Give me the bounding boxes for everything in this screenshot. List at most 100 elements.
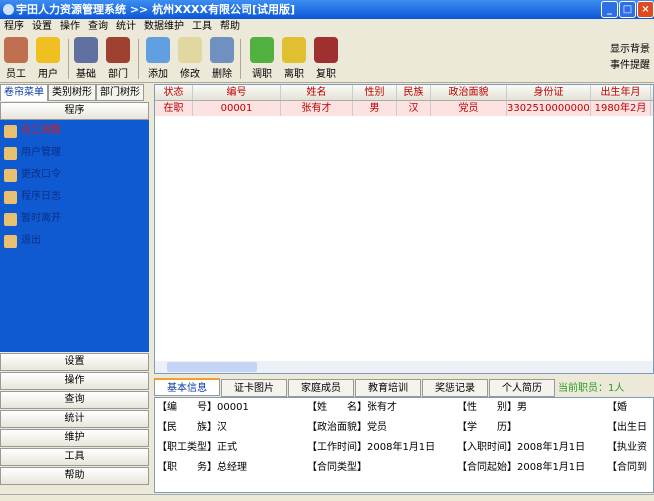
detail-field: 【编 号】00001 <box>157 402 249 413</box>
tab-roller-menu[interactable]: 卷帘菜单 <box>0 84 48 101</box>
column-header[interactable]: 民族 <box>397 85 431 100</box>
side-group-5[interactable]: 维护 <box>0 429 149 447</box>
menu-item[interactable]: 操作 <box>60 21 80 32</box>
side-item-label: 退出 <box>21 235 41 246</box>
toolbar-icon <box>4 37 28 63</box>
detail-field: 【工作时间】2008年1月1日 <box>307 442 436 453</box>
toolbar-label: 添加 <box>148 69 168 80</box>
detail-field: 【职 务】总经理 <box>157 462 247 473</box>
side-item[interactable]: 用户管理 <box>0 142 149 164</box>
maximize-button[interactable]: □ <box>619 1 636 18</box>
toolbar-button[interactable]: 复职 <box>310 37 342 80</box>
detail-tab[interactable]: 个人简历 <box>489 379 555 397</box>
side-group-6[interactable]: 工具 <box>0 448 149 466</box>
tab-category-tree[interactable]: 类别树形 <box>48 84 96 101</box>
menu-item[interactable]: 数据维护 <box>144 21 184 32</box>
toolbar-button[interactable]: 员工 <box>0 37 32 80</box>
side-item-icon <box>4 234 17 248</box>
side-item-label: 程序日志 <box>21 191 61 202</box>
menu-item[interactable]: 工具 <box>192 21 212 32</box>
side-panel: 员工调整用户管理更改口令程序日志暂时离开退出 <box>0 120 149 352</box>
detail-field: 【民 族】汉 <box>157 422 227 433</box>
status-bar <box>0 494 654 501</box>
toolbar-button[interactable]: 调职 <box>246 37 278 80</box>
column-header[interactable]: 出生年月 <box>591 85 651 100</box>
column-header[interactable]: 政治面貌 <box>431 85 507 100</box>
toolbar-button[interactable]: 用户 <box>32 37 64 80</box>
close-button[interactable]: × <box>637 1 654 18</box>
menu-item[interactable]: 帮助 <box>220 21 240 32</box>
detail-tab[interactable]: 基本信息 <box>154 378 220 396</box>
toolbar-button[interactable]: 添加 <box>142 37 174 80</box>
toolbar-button[interactable]: 删除 <box>206 37 238 80</box>
detail-tab[interactable]: 证卡图片 <box>221 379 287 397</box>
side-item-icon <box>4 146 17 160</box>
toolbar-separator <box>138 39 139 79</box>
table-cell: 00001 <box>193 101 281 116</box>
side-item-icon <box>4 124 17 138</box>
toolbar-label: 调职 <box>252 69 272 80</box>
table-row[interactable]: 在职00001张有才男汉党员33025100000003331980年2月 <box>155 101 653 116</box>
toolbar-icon <box>106 37 130 63</box>
toolbar-label: 删除 <box>212 69 232 80</box>
employee-grid: 状态 编号 姓名 性别 民族 政治面貌 身份证 出生年月 在职 00001 张有才男汉党员 3302… <box>154 84 654 374</box>
side-item[interactable]: 更改口令 <box>0 164 149 186</box>
toolbar-label: 修改 <box>180 69 200 80</box>
detail-tab[interactable]: 家庭成员 <box>288 379 354 397</box>
title-bar: 宇田人力资源管理系统 >> 杭州XXXX有限公司[试用版] _ □ × <box>0 0 654 19</box>
table-cell: 党员 <box>431 101 507 116</box>
window-title: 宇田人力资源管理系统 >> 杭州XXXX有限公司[试用版] <box>16 3 296 16</box>
tab-department-tree[interactable]: 部门树形 <box>96 84 144 101</box>
menu-item[interactable]: 程序 <box>4 21 24 32</box>
toolbar-separator <box>240 39 241 79</box>
event-reminder-button[interactable]: 事件提醒 <box>610 58 650 74</box>
side-item-icon <box>4 168 17 182</box>
minimize-button[interactable]: _ <box>601 1 618 18</box>
side-item[interactable]: 退出 <box>0 230 149 252</box>
column-header[interactable]: 身份证 <box>507 85 591 100</box>
toolbar-button[interactable]: 修改 <box>174 37 206 80</box>
toolbar-label: 员工 <box>6 69 26 80</box>
side-group-4[interactable]: 统计 <box>0 410 149 428</box>
toolbar-button[interactable]: 部门 <box>102 37 134 80</box>
toolbar-icon <box>146 37 170 63</box>
menu-item[interactable]: 统计 <box>116 21 136 32</box>
toolbar-icon <box>282 37 306 63</box>
toolbar-icon <box>314 37 338 63</box>
side-group-0[interactable]: 程序 <box>0 102 149 120</box>
column-header[interactable]: 状态 <box>155 85 193 100</box>
detail-field: 【入职时间】2008年1月1日 <box>457 442 586 453</box>
side-item-label: 用户管理 <box>21 147 61 158</box>
detail-tab[interactable]: 奖惩记录 <box>422 379 488 397</box>
toolbar-icon <box>250 37 274 63</box>
show-background-button[interactable]: 显示背景 <box>610 42 650 58</box>
detail-row: 【编 号】00001 【姓 名】张有才 【性 别】男 【婚 <box>155 398 653 418</box>
side-item[interactable]: 程序日志 <box>0 186 149 208</box>
side-group-3[interactable]: 查询 <box>0 391 149 409</box>
side-item-icon <box>4 212 17 226</box>
toolbar-button[interactable]: 基础 <box>70 37 102 80</box>
app-icon <box>3 4 14 15</box>
column-header[interactable]: 姓名 <box>281 85 353 100</box>
toolbar-label: 用户 <box>38 69 58 80</box>
toolbar-button[interactable]: 离职 <box>278 37 310 80</box>
column-header[interactable]: 编号 <box>193 85 281 100</box>
side-group-7[interactable]: 帮助 <box>0 467 149 485</box>
current-staff-count: 当前职员：1人 <box>558 383 625 394</box>
table-cell: 1980年2月 <box>591 101 651 116</box>
menu-item[interactable]: 设置 <box>32 21 52 32</box>
side-group-1[interactable]: 设置 <box>0 353 149 371</box>
column-header[interactable]: 性别 <box>353 85 397 100</box>
grid-hscrollbar[interactable] <box>155 361 653 373</box>
detail-tab[interactable]: 教育培训 <box>355 379 421 397</box>
detail-row: 【职工类型】正式 【工作时间】2008年1月1日 【入职时间】2008年1月1日 【执… <box>155 438 653 458</box>
side-tabs: 卷帘菜单 类别树形 部门树形 <box>0 84 150 101</box>
side-group-2[interactable]: 操作 <box>0 372 149 390</box>
toolbar: 显示背景 事件提醒 员工 用户 基础 部门 添加 修改 删除 调职 离职 复职 <box>0 35 654 83</box>
side-item[interactable]: 员工调整 <box>0 120 149 142</box>
detail-row: 【职 务】总经理 【合同类型】 【合同起始】2008年1月1日 【合同到 <box>155 458 653 478</box>
toolbar-icon <box>178 37 202 63</box>
side-item-label: 暂时离开 <box>21 213 61 224</box>
side-item[interactable]: 暂时离开 <box>0 208 149 230</box>
menu-item[interactable]: 查询 <box>88 21 108 32</box>
